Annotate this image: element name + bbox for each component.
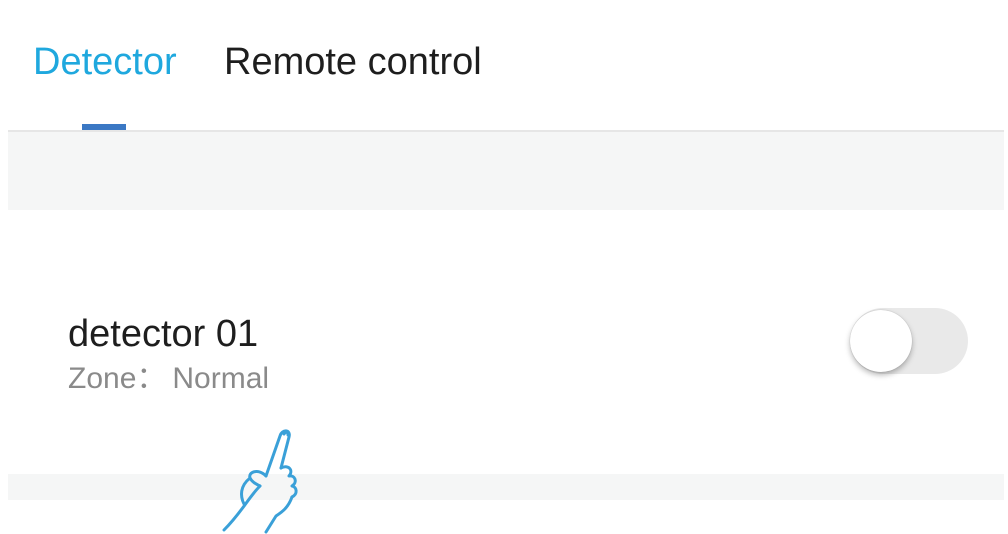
device-enable-toggle[interactable] [850, 308, 968, 374]
list-separator [8, 474, 1004, 500]
device-zone: Zone： Normal [68, 362, 269, 396]
zone-value: Normal [172, 362, 270, 395]
tab-detector[interactable]: Detector [33, 40, 177, 84]
toggle-knob [850, 310, 912, 372]
tab-bar: Detector Remote control [0, 0, 1008, 132]
section-spacer [8, 132, 1004, 210]
hand-pointer-icon [222, 429, 298, 534]
zone-label: Zone： [68, 362, 167, 395]
tab-remote-control[interactable]: Remote control [224, 40, 482, 84]
device-name: detector 01 [68, 313, 259, 355]
device-list-item[interactable]: detector 01 Zone： Normal [8, 210, 1004, 474]
